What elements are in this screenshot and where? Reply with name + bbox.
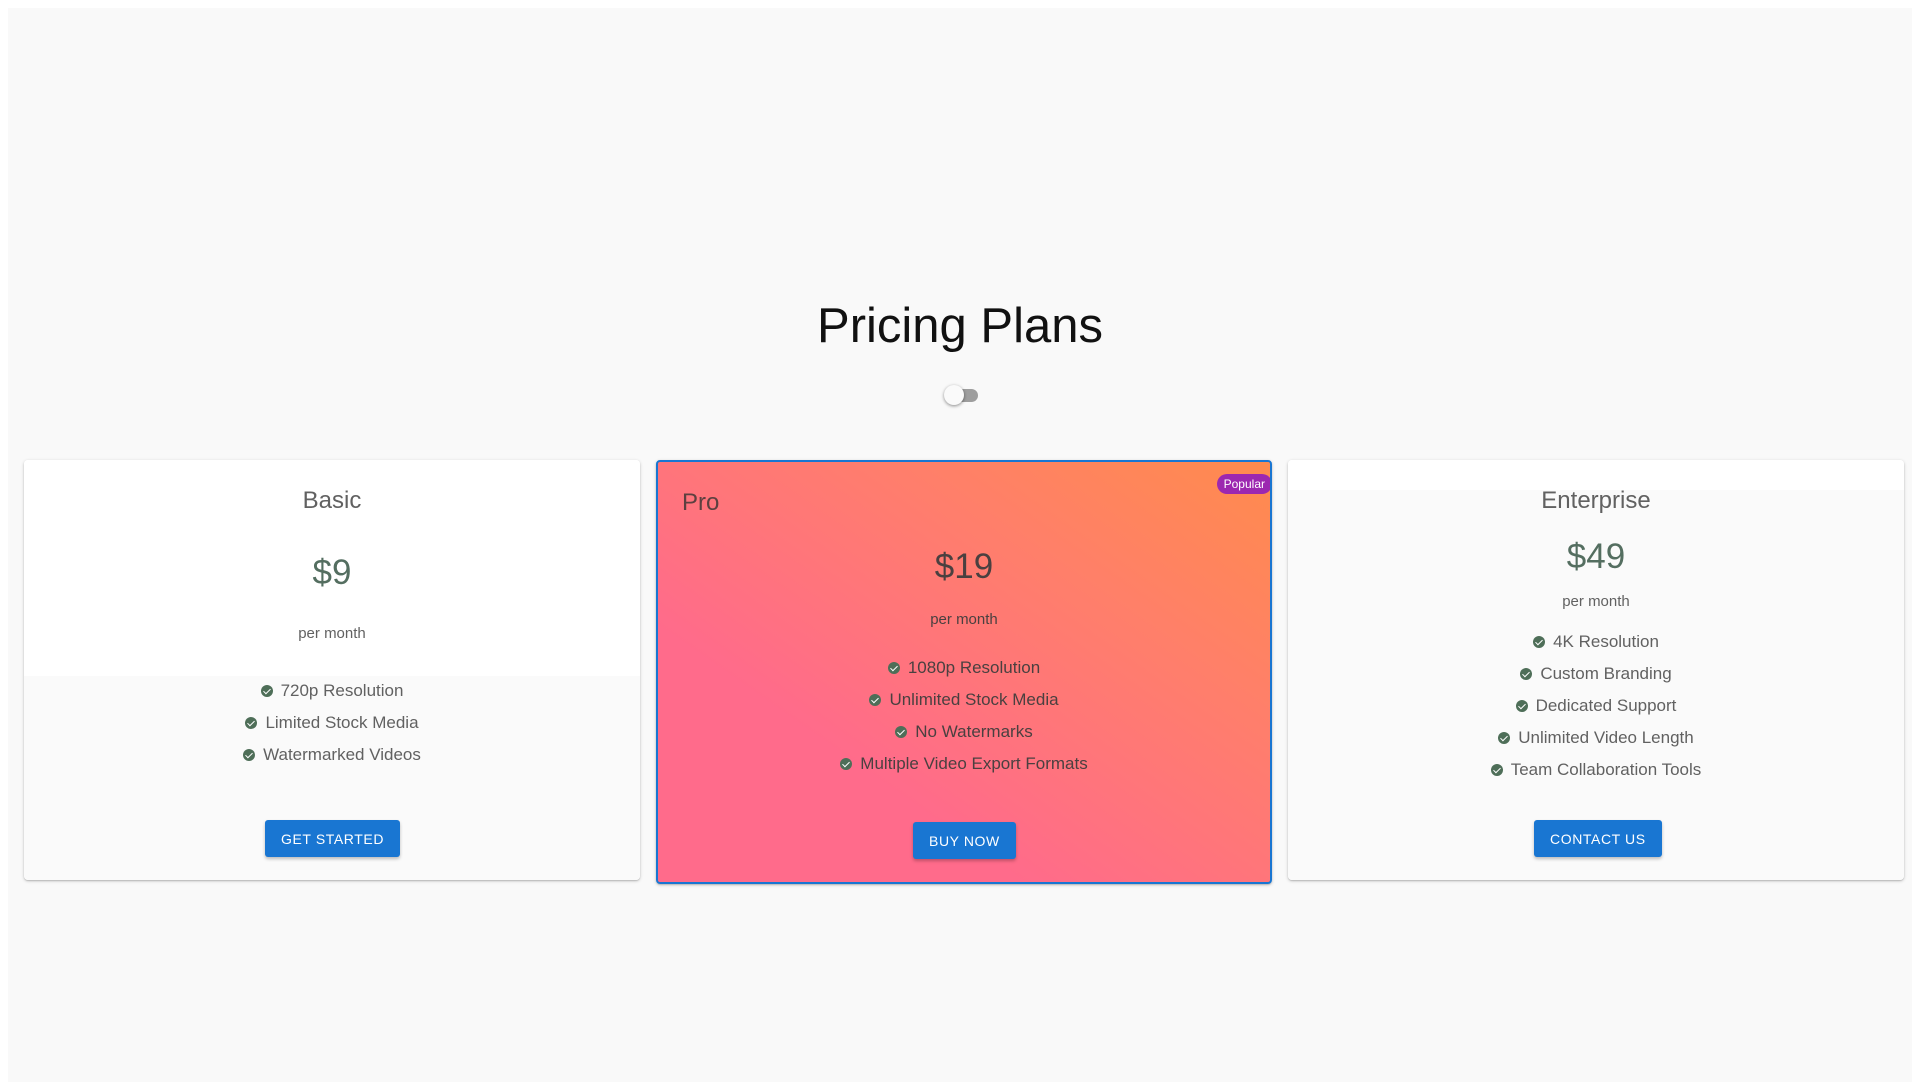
feature-label: Custom Branding xyxy=(1540,664,1672,683)
feature-label: No Watermarks xyxy=(915,722,1033,741)
get-started-button[interactable]: GET STARTED xyxy=(265,820,401,857)
feature-item: Team Collaboration Tools xyxy=(1288,754,1904,786)
toggle-thumb[interactable] xyxy=(944,385,964,405)
plan-name: Enterprise xyxy=(1541,487,1651,514)
feature-item: Multiple Video Export Formats xyxy=(658,748,1270,780)
check-circle-icon xyxy=(1520,668,1533,680)
plan-card-enterprise: Enterprise $49 per month 4K Resolution C… xyxy=(1288,460,1904,880)
check-circle-icon xyxy=(895,726,908,738)
check-circle-icon xyxy=(1533,636,1546,648)
plan-price: $49 xyxy=(1566,537,1626,576)
buy-now-button[interactable]: BUY NOW xyxy=(913,822,1016,859)
feature-item: 1080p Resolution xyxy=(658,652,1270,684)
feature-item: Limited Stock Media xyxy=(24,707,640,739)
feature-item: Custom Branding xyxy=(1288,658,1904,690)
check-circle-icon xyxy=(887,662,900,674)
check-circle-icon xyxy=(1498,732,1511,744)
check-circle-icon xyxy=(869,694,882,706)
plan-name: Pro xyxy=(682,489,720,516)
plan-price: $19 xyxy=(934,547,994,586)
feature-list: 1080p Resolution Unlimited Stock Media N… xyxy=(658,652,1270,780)
feature-label: Watermarked Videos xyxy=(263,745,421,764)
contact-us-button[interactable]: CONTACT US xyxy=(1534,820,1662,857)
feature-label: 4K Resolution xyxy=(1553,632,1659,651)
feature-label: Multiple Video Export Formats xyxy=(860,754,1088,773)
feature-label: Limited Stock Media xyxy=(265,713,419,732)
feature-item: Dedicated Support xyxy=(1288,690,1904,722)
feature-label: 720p Resolution xyxy=(280,681,404,700)
plan-price: $9 xyxy=(312,553,352,592)
feature-label: 1080p Resolution xyxy=(907,658,1041,677)
feature-label: Unlimited Video Length xyxy=(1518,728,1694,747)
plan-period: per month xyxy=(1562,593,1630,610)
plan-period: per month xyxy=(298,625,366,642)
feature-item: 4K Resolution xyxy=(1288,626,1904,658)
check-circle-icon xyxy=(243,749,256,761)
feature-label: Unlimited Stock Media xyxy=(889,690,1059,709)
feature-item: 720p Resolution xyxy=(24,675,640,707)
feature-item: Unlimited Stock Media xyxy=(658,684,1270,716)
plan-card-pro: Popular Pro $19 per month 1080p Resoluti… xyxy=(656,460,1272,884)
plan-period: per month xyxy=(930,611,998,628)
check-circle-icon xyxy=(1490,764,1503,776)
check-circle-icon xyxy=(840,758,853,770)
feature-item: No Watermarks xyxy=(658,716,1270,748)
feature-label: Dedicated Support xyxy=(1535,696,1677,715)
popular-badge: Popular xyxy=(1216,474,1270,494)
plan-card-basic: Basic $9 per month 720p Resolution Limit… xyxy=(24,460,640,880)
feature-list: 4K Resolution Custom Branding Dedicated … xyxy=(1288,626,1904,786)
feature-item: Watermarked Videos xyxy=(24,739,640,771)
feature-label: Team Collaboration Tools xyxy=(1510,760,1702,779)
billing-toggle[interactable] xyxy=(942,385,982,405)
check-circle-icon xyxy=(260,685,273,697)
page-title: Pricing Plans xyxy=(817,299,1103,353)
feature-item: Unlimited Video Length xyxy=(1288,722,1904,754)
check-circle-icon xyxy=(1515,700,1528,712)
feature-list: 720p Resolution Limited Stock Media Wate… xyxy=(24,675,640,771)
plan-name: Basic xyxy=(302,487,362,514)
check-circle-icon xyxy=(245,717,258,729)
